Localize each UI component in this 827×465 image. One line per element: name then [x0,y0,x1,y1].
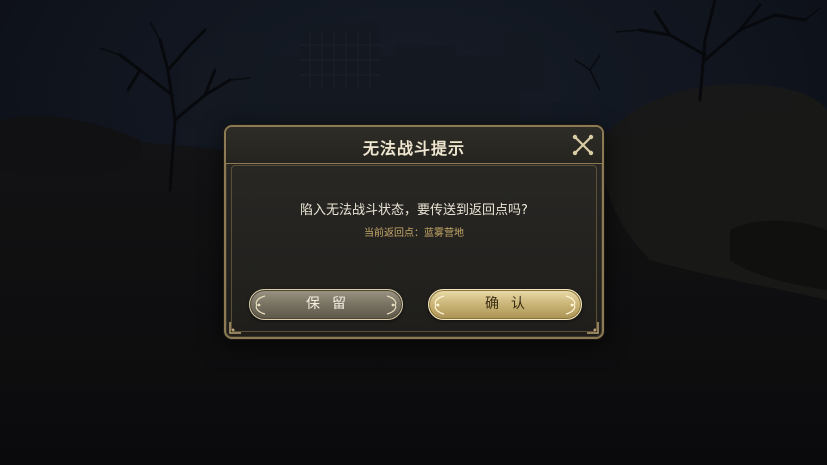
corner-ornament-icon [587,322,599,334]
confirm-button[interactable]: 确认 [428,289,582,320]
flourish-icon [565,295,576,315]
flourish-icon [386,295,397,315]
keep-button[interactable]: 保留 [249,289,403,320]
return-point-info: 当前返回点：蓝雾营地 [364,228,464,239]
flourish-icon [434,295,445,315]
cannot-fight-dialog: 无法战斗提示 陷入无法战斗状态，要传送到返回点吗? 当前返回点：蓝雾营地 保留 … [224,125,604,339]
flourish-icon [255,295,266,315]
corner-ornament-icon [229,322,241,334]
confirm-button-label: 确认 [485,296,537,312]
keep-button-label: 保留 [306,296,358,312]
dialog-message: 陷入无法战斗状态，要传送到返回点吗? [300,203,528,218]
close-x-icon[interactable] [571,133,595,157]
dialog-title-bar: 无法战斗提示 [226,127,602,164]
dialog-title: 无法战斗提示 [362,139,465,158]
